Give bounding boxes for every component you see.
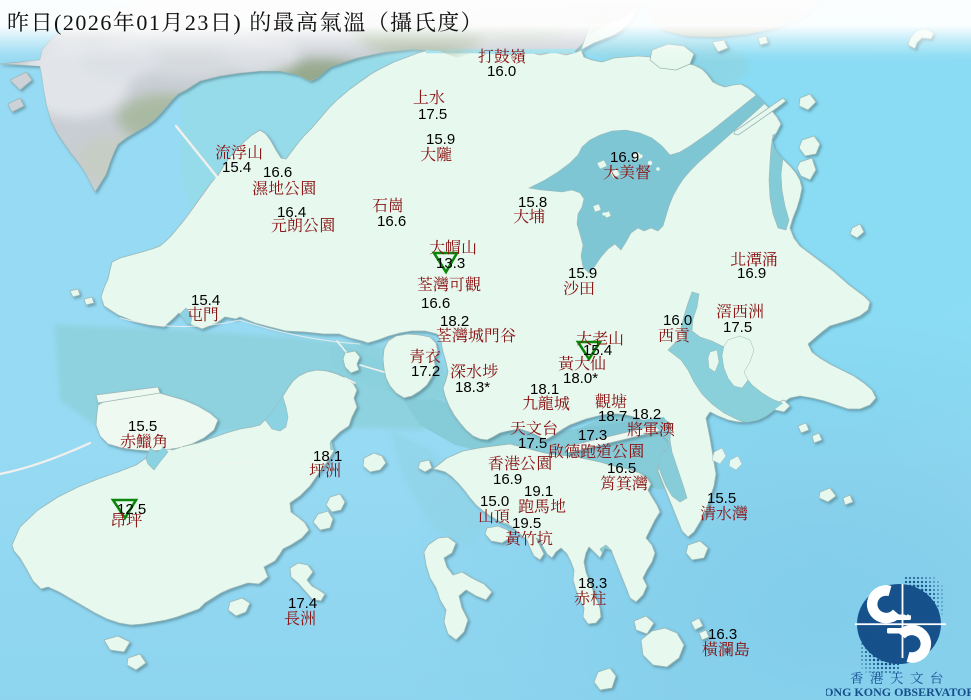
- svg-text:香港天文台: 香港天文台: [850, 667, 950, 687]
- svg-text:HONG KONG OBSERVATORY: HONG KONG OBSERVATORY: [826, 685, 971, 699]
